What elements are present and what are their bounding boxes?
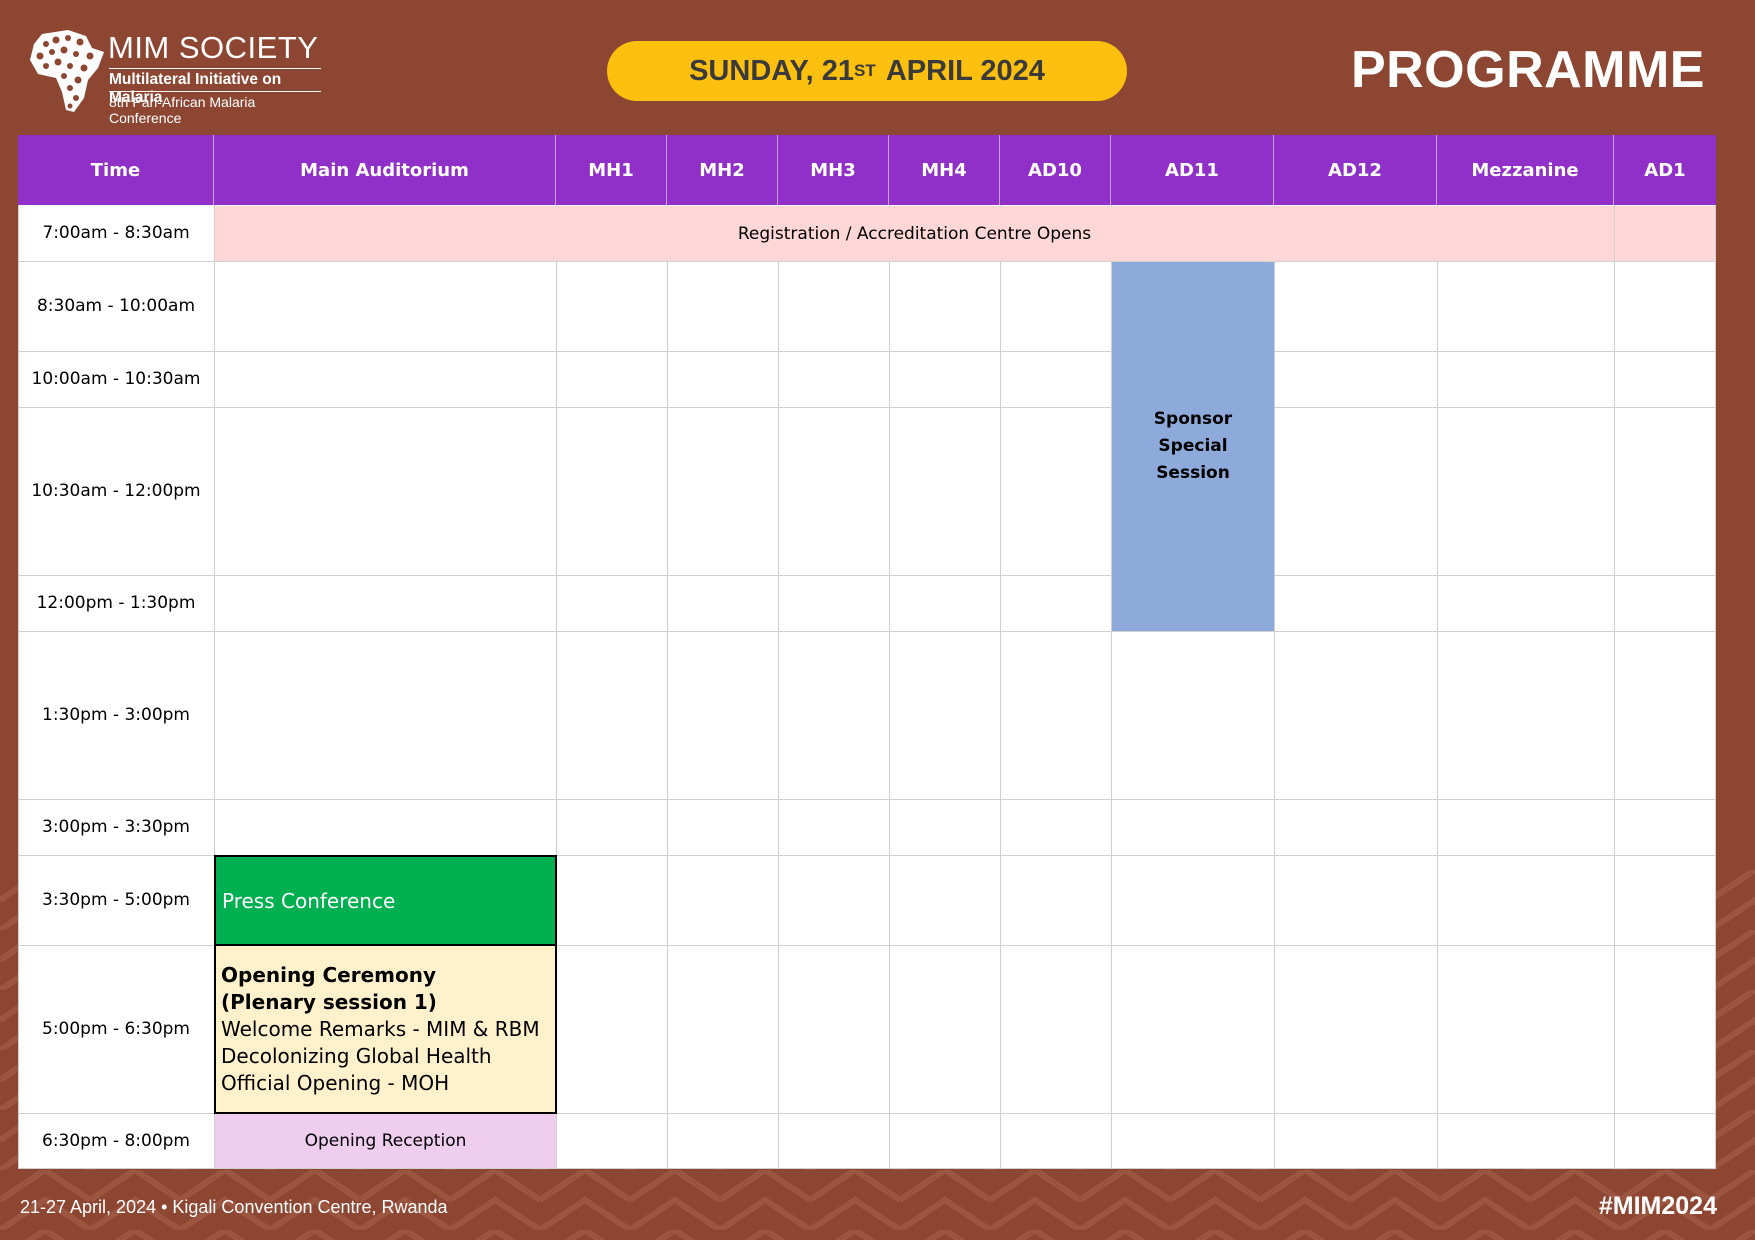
column-header-mh2: MH2 <box>667 135 778 205</box>
column-header-mh1: MH1 <box>556 135 667 205</box>
session-registration-ad1 <box>1615 206 1715 261</box>
session-press-conference[interactable]: Press Conference <box>214 855 557 946</box>
logo-title: MIM SOCIETY <box>108 30 319 65</box>
date-banner: SUNDAY, 21 ST APRIL 2024 <box>607 41 1127 101</box>
column-header-ad10: AD10 <box>1000 135 1111 205</box>
column-header-ad1: AD1 <box>1614 135 1716 205</box>
africa-map-icon <box>30 30 104 112</box>
session-sponsor-special[interactable]: Sponsor Special Session <box>1112 262 1274 631</box>
column-divider <box>1274 205 1275 1169</box>
session-registration[interactable]: Registration / Accreditation Centre Open… <box>215 206 1614 261</box>
column-header-time: Time <box>18 135 214 205</box>
column-divider <box>1614 205 1615 1169</box>
column-divider <box>778 205 779 1169</box>
schedule-grid: Time Main Auditorium MH1 MH2 MH3 MH4 AD1… <box>18 135 1716 1169</box>
column-header-ad12: AD12 <box>1274 135 1437 205</box>
session-opening-ceremony[interactable]: Opening Ceremony (Plenary session 1) Wel… <box>214 946 557 1114</box>
column-divider <box>1437 205 1438 1169</box>
row-divider <box>18 351 1716 352</box>
time-slot-label: 10:00am - 10:30am <box>31 369 201 389</box>
time-slot-label: 1:30pm - 3:00pm <box>42 705 190 725</box>
row-divider <box>18 261 1716 262</box>
logo-conference: 8th Pan-African Malaria Conference <box>109 91 321 126</box>
time-slot-label: 3:30pm - 5:00pm <box>42 890 190 910</box>
date-prefix: SUNDAY, 21 <box>689 54 855 87</box>
footer-hashtag: #MIM2024 <box>1598 1192 1717 1220</box>
column-divider <box>889 205 890 1169</box>
session-sponsor-label: Sponsor Special Session <box>1153 409 1233 483</box>
row-divider <box>18 799 1716 800</box>
time-slot-label: 10:30am - 12:00pm <box>31 481 201 501</box>
time-slot-label: 6:30pm - 8:00pm <box>42 1131 190 1151</box>
page-title: PROGRAMME <box>1350 41 1705 99</box>
mim-society-logo: MIM SOCIETY Multilateral Initiative on M… <box>28 28 328 126</box>
column-divider <box>1000 205 1001 1169</box>
session-opening-reception[interactable]: Opening Reception <box>215 1114 556 1168</box>
row-divider <box>18 407 1716 408</box>
column-header-ad11: AD11 <box>1111 135 1274 205</box>
column-header-mezzanine: Mezzanine <box>1437 135 1614 205</box>
column-header-main-auditorium: Main Auditorium <box>214 135 556 205</box>
opening-ceremony-line: Welcome Remarks - MIM & RBM <box>221 1016 540 1041</box>
time-slot-label: 7:00am - 8:30am <box>42 223 190 243</box>
footer-event-details: 21-27 April, 2024 • Kigali Convention Ce… <box>20 1197 448 1217</box>
opening-ceremony-line: Decolonizing Global Health <box>221 1043 492 1068</box>
date-suffix: ST <box>854 61 876 80</box>
date-rest: APRIL 2024 <box>885 54 1045 87</box>
column-header-mh4: MH4 <box>889 135 1000 205</box>
time-slot-label: 8:30am - 10:00am <box>36 296 196 316</box>
time-slot-label: 12:00pm - 1:30pm <box>36 593 196 613</box>
row-divider <box>18 575 1716 576</box>
column-header-mh3: MH3 <box>778 135 889 205</box>
opening-ceremony-title: Opening Ceremony (Plenary session 1) <box>221 962 437 1014</box>
time-slot-label: 5:00pm - 6:30pm <box>42 1019 190 1039</box>
row-divider <box>18 1168 1716 1169</box>
column-divider <box>1715 205 1716 1169</box>
column-divider <box>667 205 668 1169</box>
opening-ceremony-line: Official Opening - MOH <box>221 1070 450 1095</box>
row-divider <box>18 631 1716 632</box>
time-slot-label: 3:00pm - 3:30pm <box>42 817 190 837</box>
